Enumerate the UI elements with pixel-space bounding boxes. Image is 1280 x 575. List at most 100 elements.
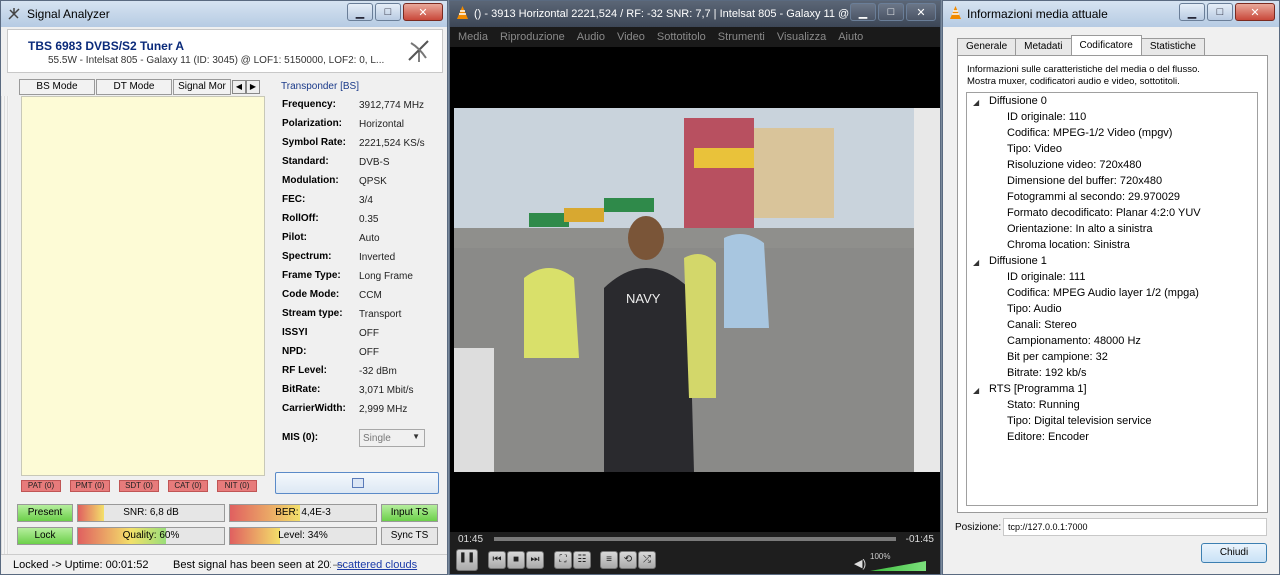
vlc-menubar: Media Riproduzione Audio Video Sottotito… — [450, 27, 940, 47]
menu-playback[interactable]: Riproduzione — [500, 27, 565, 47]
menu-audio[interactable]: Audio — [577, 27, 605, 47]
tab-statistics[interactable]: Statistiche — [1140, 38, 1205, 55]
param-row: FEC: 3/4 — [282, 192, 447, 211]
tree-group[interactable]: Diffusione 1 — [989, 255, 1047, 267]
tree-group[interactable]: Diffusione 0 — [989, 95, 1047, 107]
close-dialog-button[interactable]: Chiudi — [1201, 543, 1267, 563]
next-icon[interactable]: ⏭ — [526, 551, 544, 569]
tree-item[interactable]: Codifica: MPEG Audio layer 1/2 (mpga) — [1007, 287, 1199, 299]
window-icon — [352, 478, 364, 488]
param-row: Code Mode: CCM — [282, 287, 447, 306]
window-toggle-button[interactable] — [275, 472, 439, 494]
cat-badge: CAT (0) — [168, 480, 208, 492]
info-title-bar[interactable]: Informazioni media attuale ▁ □ ✕ — [943, 1, 1279, 27]
position-field[interactable]: tcp://127.0.0.1:7000 — [1003, 518, 1267, 536]
tree-item[interactable]: Codifica: MPEG-1/2 Video (mpgv) — [1007, 127, 1172, 139]
minimize-button[interactable]: ▁ — [850, 3, 876, 21]
tree-item[interactable]: Tipo: Digital television service — [1007, 415, 1151, 427]
input-ts-indicator: Input TS — [381, 504, 438, 522]
tab-scroll-left-icon[interactable]: ◀ — [232, 80, 246, 94]
tab-dt-mode[interactable]: DT Mode — [96, 79, 172, 95]
tree-group[interactable]: RTS [Programma 1] — [989, 383, 1087, 395]
title-bar[interactable]: Signal Analyzer ▁ □ ✕ — [1, 1, 447, 27]
close-button[interactable]: ✕ — [906, 3, 936, 21]
tab-bs-mode[interactable]: BS Mode — [19, 79, 95, 95]
uptime-status: Locked -> Uptime: 00:01:52 — [13, 559, 149, 571]
menu-subtitle[interactable]: Sottotitolo — [657, 27, 706, 47]
param-row: Pilot: Auto — [282, 230, 447, 249]
fullscreen-icon[interactable]: ⛶ — [554, 551, 572, 569]
seek-bar[interactable] — [494, 537, 896, 541]
tree-item[interactable]: Orientazione: In alto a sinistra — [1007, 223, 1153, 235]
tree-item[interactable]: Stato: Running — [1007, 399, 1080, 411]
tree-item[interactable]: Canali: Stereo — [1007, 319, 1077, 331]
codec-tree[interactable]: ◢ Diffusione 0 ID originale: 110 Codifica: … — [966, 92, 1258, 506]
close-button[interactable]: ✕ — [1235, 3, 1275, 21]
param-value: Long Frame — [359, 271, 413, 282]
tab-codec[interactable]: Codificatore — [1070, 35, 1142, 55]
tab-signal-monitor[interactable]: Signal Mor — [173, 79, 231, 95]
close-button[interactable]: ✕ — [403, 3, 443, 21]
vlc-controls: 01:45 -01:45 ❚❚ ⏮ ■ ⏭ ⛶ ☷ ≡ ⟲ ⤮ ◀) 100% — [450, 532, 940, 574]
best-signal-status: Best signal has been seen at 2018 — [173, 559, 331, 571]
pid-badges: PAT (0) PMT (0) SDT (0) CAT (0) NIT (0) — [21, 480, 257, 492]
tree-item[interactable]: Editore: Encoder — [1007, 431, 1089, 443]
previous-icon[interactable]: ⏮ — [488, 551, 506, 569]
maximize-button[interactable]: □ — [1207, 3, 1233, 21]
volume-label: 100% — [870, 552, 891, 561]
param-label: RF Level: — [282, 365, 328, 376]
param-label: Frequency: — [282, 99, 336, 110]
tree-item[interactable]: Campionamento: 48000 Hz — [1007, 335, 1141, 347]
menu-video[interactable]: Video — [617, 27, 645, 47]
sync-ts-indicator: Sync TS — [381, 527, 438, 545]
shuffle-icon[interactable]: ⤮ — [638, 551, 656, 569]
maximize-button[interactable]: □ — [375, 3, 401, 21]
playlist-icon[interactable]: ≡ — [600, 551, 618, 569]
tree-item[interactable]: Chroma location: Sinistra — [1007, 239, 1130, 251]
param-value: 2,999 MHz — [359, 404, 408, 415]
tree-item[interactable]: Tipo: Audio — [1007, 303, 1062, 315]
level-meter: Level: 34% — [229, 527, 377, 545]
vlc-title-bar[interactable]: () - 3913 Horizontal 2221,524 / RF: -32 … — [450, 1, 940, 27]
param-label: Frame Type: — [282, 270, 341, 281]
expand-triangle-icon[interactable]: ◢ — [973, 258, 979, 267]
tree-item[interactable]: Bit per campione: 32 — [1007, 351, 1108, 363]
tab-metadata[interactable]: Metadati — [1015, 38, 1072, 55]
menu-help[interactable]: Aiuto — [838, 27, 863, 47]
param-value: 0.35 — [359, 214, 379, 225]
quality-meter: Quality: 60% — [77, 527, 225, 545]
tree-item[interactable]: Bitrate: 192 kb/s — [1007, 367, 1087, 379]
tree-item[interactable]: ID originale: 110 — [1007, 111, 1086, 123]
weather-link[interactable]: scattered clouds — [337, 559, 417, 571]
param-label: Polarization: — [282, 118, 343, 129]
tab-scroll-right-icon[interactable]: ▶ — [246, 80, 260, 94]
maximize-button[interactable]: □ — [878, 3, 904, 21]
menu-tools[interactable]: Strumenti — [718, 27, 765, 47]
tree-item[interactable]: ID originale: 111 — [1007, 271, 1085, 283]
minimize-button[interactable]: ▁ — [347, 3, 373, 21]
mis-select[interactable]: Single ▼ — [359, 429, 425, 447]
signal-analyzer-window: Signal Analyzer ▁ □ ✕ TBS 6983 DVBS/S2 T… — [0, 0, 448, 575]
tree-item[interactable]: Tipo: Video — [1007, 143, 1062, 155]
extended-settings-icon[interactable]: ☷ — [573, 551, 591, 569]
pause-icon[interactable]: ❚❚ — [456, 549, 478, 571]
param-row: Standard: DVB-S — [282, 154, 447, 173]
tree-item[interactable]: Risoluzione video: 720x480 — [1007, 159, 1142, 171]
loop-icon[interactable]: ⟲ — [619, 551, 637, 569]
vlc-cone-icon — [456, 5, 469, 23]
minimize-button[interactable]: ▁ — [1179, 3, 1205, 21]
menu-view[interactable]: Visualizza — [777, 27, 826, 47]
tree-item[interactable]: Fotogrammi al secondo: 29.970029 — [1007, 191, 1180, 203]
expand-triangle-icon[interactable]: ◢ — [973, 386, 979, 395]
tuner-header: TBS 6983 DVBS/S2 Tuner A 55.5W - Intelsa… — [7, 29, 443, 73]
tab-general[interactable]: Generale — [957, 38, 1017, 55]
stop-icon[interactable]: ■ — [507, 551, 525, 569]
tree-item[interactable]: Dimensione del buffer: 720x480 — [1007, 175, 1162, 187]
param-label: BitRate: — [282, 384, 321, 395]
speaker-icon[interactable]: ◀) — [854, 557, 866, 570]
menu-media[interactable]: Media — [458, 27, 488, 47]
app-icon — [7, 7, 21, 21]
expand-triangle-icon[interactable]: ◢ — [973, 98, 979, 107]
tree-item[interactable]: Formato decodificato: Planar 4:2:0 YUV — [1007, 207, 1201, 219]
volume-slider[interactable] — [870, 561, 926, 571]
